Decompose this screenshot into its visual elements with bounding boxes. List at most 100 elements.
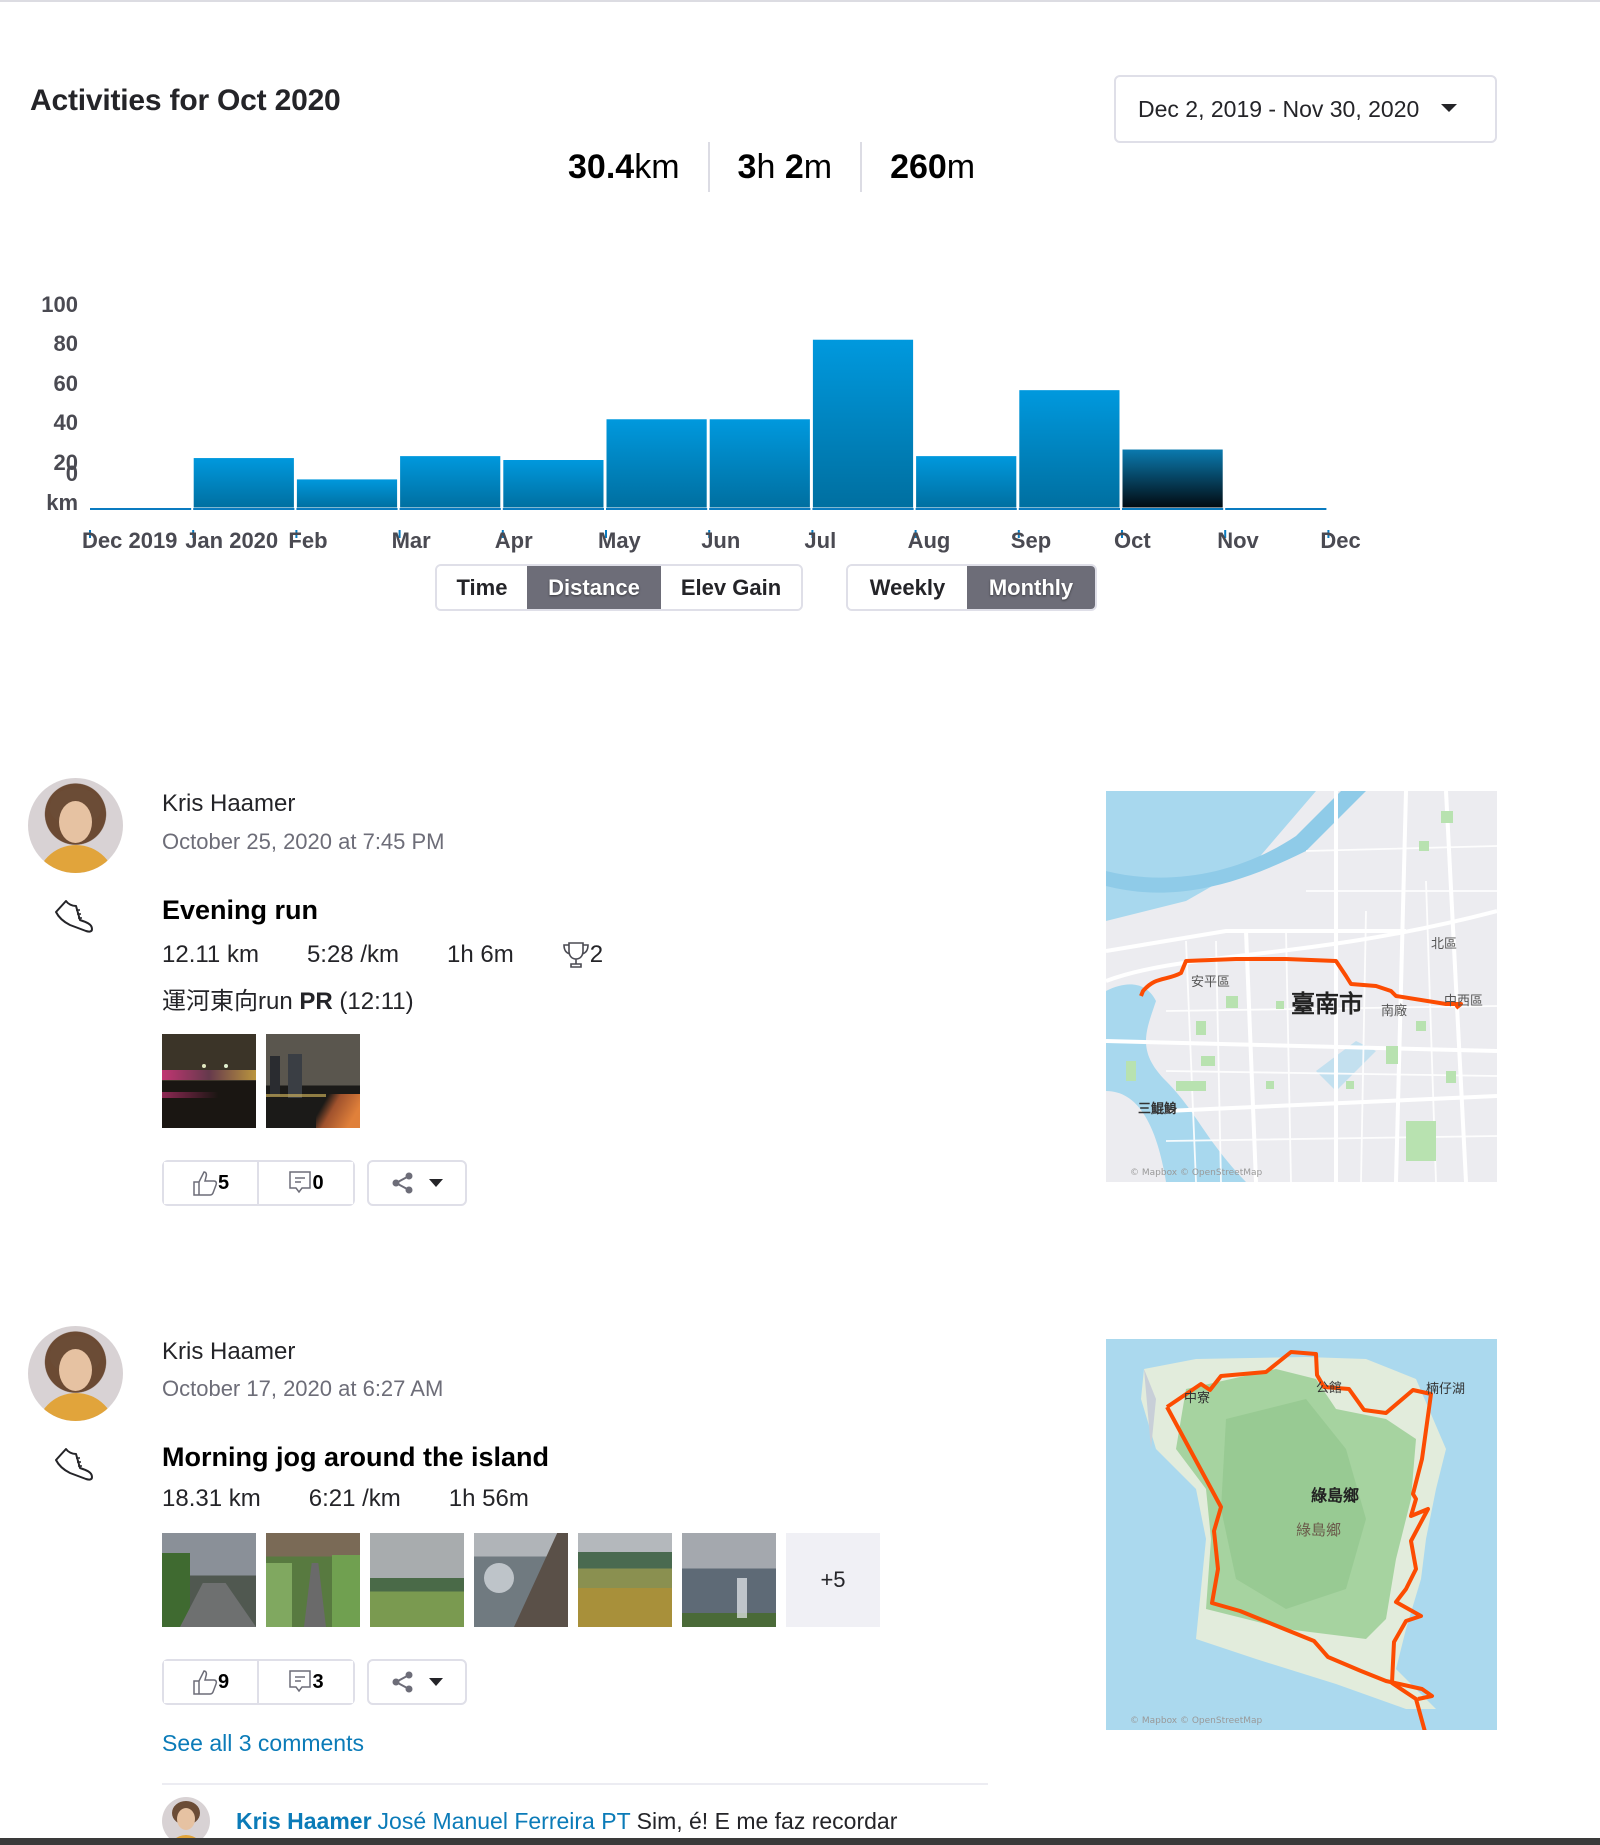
activity-photo[interactable] bbox=[162, 1034, 256, 1128]
activity-photo[interactable] bbox=[266, 1034, 360, 1128]
map-label: 三鯤鯓 bbox=[1138, 1101, 1177, 1117]
summary-elevation-unit: m bbox=[946, 147, 976, 186]
running-shoe-icon bbox=[55, 1448, 93, 1481]
bar-baseline bbox=[812, 508, 914, 510]
chart-svg: 100806040200km Dec 2019 Jan 2020 Feb Mar Apr… bbox=[41, 292, 1361, 553]
see-all-comments-link[interactable]: See all 3 comments bbox=[162, 1730, 364, 1757]
activity-title[interactable]: Evening run bbox=[162, 895, 318, 926]
summary-time-minutes: 2 bbox=[784, 147, 804, 186]
kudos-count: 9 bbox=[217, 1670, 230, 1693]
activity-photo[interactable] bbox=[578, 1533, 672, 1627]
map-label: 北區 bbox=[1431, 937, 1457, 952]
activity-photo[interactable] bbox=[162, 1533, 256, 1627]
bar-baseline bbox=[1122, 508, 1224, 510]
photo-strip: +5 bbox=[162, 1533, 880, 1627]
bar-mar[interactable] bbox=[399, 455, 502, 509]
avatar[interactable] bbox=[28, 1326, 123, 1421]
avatar[interactable] bbox=[28, 778, 123, 873]
toggle-monthly[interactable]: Monthly bbox=[967, 566, 1095, 609]
y-axis: 100806040200km bbox=[41, 292, 78, 515]
bar-oct[interactable] bbox=[1121, 448, 1224, 509]
share-button[interactable] bbox=[367, 1659, 467, 1705]
bar-sep[interactable] bbox=[1018, 389, 1121, 509]
activity-title[interactable]: Morning jog around the island bbox=[162, 1442, 549, 1473]
caret-down-icon bbox=[429, 1179, 443, 1187]
summary-time-hours: 3 bbox=[737, 147, 757, 186]
y-tick-label: 0 bbox=[66, 461, 78, 486]
bar-baseline bbox=[90, 508, 192, 510]
date-range-label: Dec 2, 2019 - Nov 30, 2020 bbox=[1138, 95, 1420, 122]
map-label: 綠島鄉 bbox=[1296, 1521, 1341, 1539]
athlete-name[interactable]: Kris Haamer bbox=[162, 790, 295, 818]
map-label: 綠島鄉 bbox=[1311, 1486, 1359, 1505]
route-map[interactable]: 北區 安平區 臺南市 南廠 中西區 三鯤鯓 © Mapbox © OpenStr… bbox=[1106, 791, 1497, 1182]
x-tick-label: Oct bbox=[1114, 528, 1151, 553]
athlete-name[interactable]: Kris Haamer bbox=[162, 1338, 295, 1366]
caret-down-icon bbox=[429, 1678, 443, 1686]
route-map-svg: 北區 安平區 臺南市 南廠 中西區 三鯤鯓 © Mapbox © OpenStr… bbox=[1106, 791, 1497, 1182]
bar-baseline bbox=[1018, 508, 1120, 510]
metric-toggle-group: Time Distance Elev Gain bbox=[435, 564, 803, 611]
toggle-distance[interactable]: Distance bbox=[527, 566, 661, 609]
x-tick-label: Jun bbox=[701, 528, 740, 553]
bar-jun[interactable] bbox=[708, 418, 811, 509]
social-actions: 5 0 bbox=[162, 1160, 467, 1206]
summary-distance-unit: km bbox=[634, 147, 680, 186]
activity-timestamp[interactable]: October 25, 2020 at 7:45 PM bbox=[162, 829, 445, 855]
kudos-button[interactable]: 9 bbox=[164, 1661, 257, 1703]
comment-count: 3 bbox=[312, 1670, 324, 1693]
segment-name[interactable]: 運河東向run bbox=[162, 988, 293, 1015]
period-toggle-group: Weekly Monthly bbox=[846, 564, 1097, 611]
share-icon bbox=[392, 1671, 413, 1693]
thumbs-up-icon bbox=[193, 1670, 218, 1695]
x-tick-label: Apr bbox=[495, 528, 533, 553]
comment-author[interactable]: Kris Haamer bbox=[236, 1808, 372, 1835]
activity-photo[interactable] bbox=[370, 1533, 464, 1627]
kudos-count: 5 bbox=[217, 1171, 230, 1194]
pr-badge: PR bbox=[299, 988, 333, 1015]
bar-feb[interactable] bbox=[295, 478, 399, 509]
social-actions: 9 3 bbox=[162, 1659, 467, 1705]
map-label: 公館 bbox=[1316, 1381, 1342, 1396]
comment-button[interactable]: 3 bbox=[257, 1661, 353, 1703]
activity-time: 1h 6m bbox=[446, 941, 514, 968]
x-tick-label: May bbox=[598, 528, 642, 553]
comment-mention[interactable]: José Manuel Ferreira PT bbox=[378, 1808, 631, 1835]
activity-photo[interactable] bbox=[682, 1533, 776, 1627]
share-button[interactable] bbox=[367, 1160, 467, 1206]
x-axis: Dec 2019 Jan 2020 Feb Mar Apr May Jun Jul Aug Sep… bbox=[82, 528, 1361, 553]
thumbs-up-icon bbox=[193, 1171, 218, 1196]
map-attribution: © Mapbox © OpenStreetMap bbox=[1130, 1716, 1263, 1726]
bar-baseline bbox=[193, 508, 295, 510]
bar-apr[interactable] bbox=[502, 459, 605, 509]
comment-button[interactable]: 0 bbox=[257, 1162, 353, 1204]
bar-baseline bbox=[1225, 508, 1327, 510]
bar-jul[interactable] bbox=[811, 338, 915, 509]
activity-timestamp[interactable]: October 17, 2020 at 6:27 AM bbox=[162, 1376, 443, 1402]
bar-baseline bbox=[296, 508, 398, 510]
bar-jan-2020[interactable] bbox=[192, 457, 295, 509]
x-tick-label: Mar bbox=[392, 528, 432, 553]
photo-strip bbox=[162, 1034, 360, 1128]
x-tick-label: Sep bbox=[1011, 528, 1051, 553]
toggle-elev-gain[interactable]: Elev Gain bbox=[661, 566, 801, 609]
bar-may[interactable] bbox=[605, 418, 708, 509]
y-tick-label: 100 bbox=[41, 292, 78, 317]
activity-photo[interactable] bbox=[474, 1533, 568, 1627]
summary-distance: 30.4 km bbox=[540, 142, 708, 192]
bar-baseline bbox=[399, 508, 501, 510]
bars bbox=[90, 338, 1327, 510]
toggle-weekly[interactable]: Weekly bbox=[848, 566, 967, 609]
kudos-button[interactable]: 5 bbox=[164, 1162, 257, 1204]
toggle-time[interactable]: Time bbox=[437, 566, 527, 609]
bar-aug[interactable] bbox=[915, 455, 1018, 509]
route-map-svg: 中寮 公館 楠仔湖 綠島鄉 綠島鄉 © Mapbox © OpenStreetM… bbox=[1106, 1339, 1497, 1730]
map-label: 中寮 bbox=[1184, 1390, 1210, 1406]
x-tick-label: Nov bbox=[1217, 528, 1259, 553]
activity-photo[interactable] bbox=[266, 1533, 360, 1627]
x-tick-label: Aug bbox=[908, 528, 951, 553]
achievements: 2 bbox=[562, 940, 603, 970]
more-photos-button[interactable]: +5 bbox=[786, 1533, 880, 1627]
date-range-dropdown[interactable]: Dec 2, 2019 - Nov 30, 2020 bbox=[1114, 75, 1497, 143]
route-map[interactable]: 中寮 公館 楠仔湖 綠島鄉 綠島鄉 © Mapbox © OpenStreetM… bbox=[1106, 1339, 1497, 1730]
